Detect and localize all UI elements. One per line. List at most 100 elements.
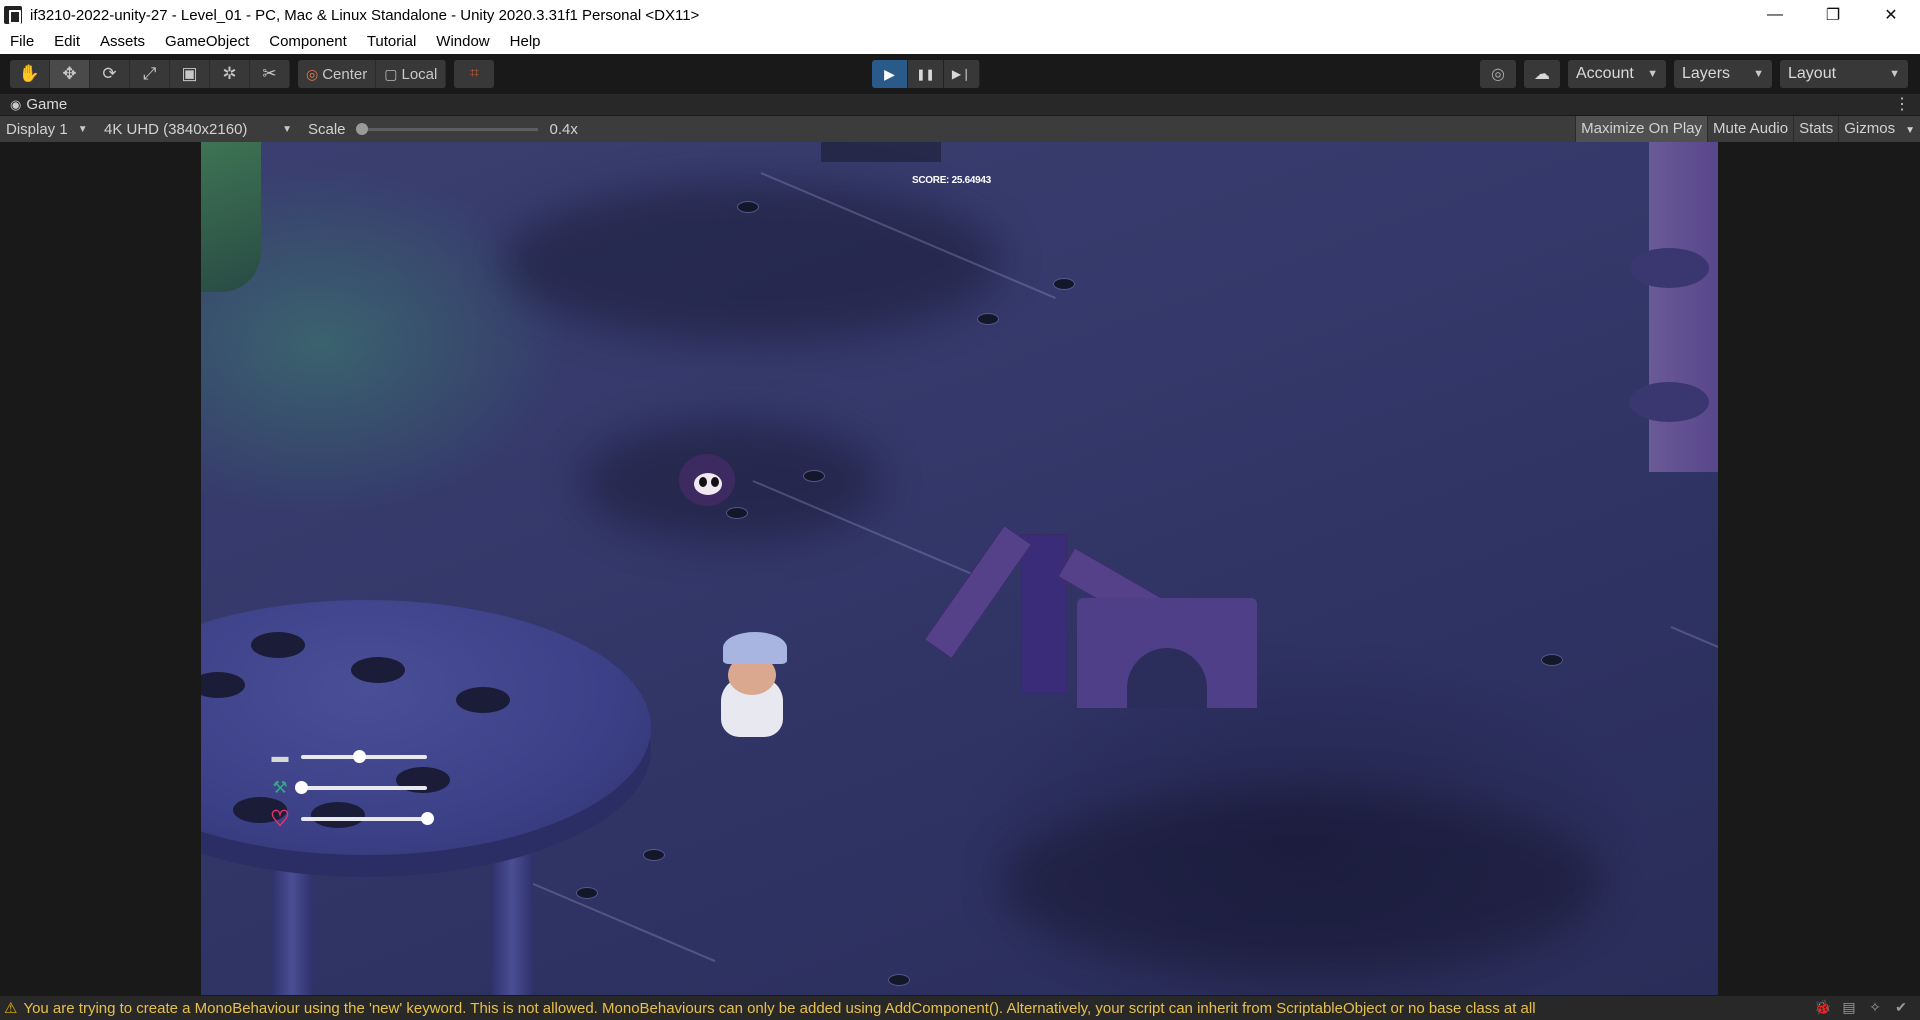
gun-icon: ▬ (271, 747, 289, 766)
layers-label: Layers (1682, 65, 1731, 82)
resolution-dropdown[interactable]: 4K UHD (3840x2160) ▼ (98, 116, 298, 142)
console-message[interactable]: You are trying to create a MonoBehaviour… (23, 1000, 1535, 1017)
floor-seam (1670, 626, 1718, 652)
hud-wrench-row: ⚒ (269, 778, 427, 798)
cloud-icon[interactable]: ☁ (1524, 60, 1560, 88)
transform-tool-icon[interactable]: ✲ (210, 60, 250, 88)
scale-value: 0.4x (549, 120, 578, 138)
pause-button[interactable]: ❚❚ (908, 60, 944, 88)
tab-menu-icon[interactable]: ⋮ (1894, 94, 1910, 116)
weapon-slider[interactable] (301, 750, 427, 763)
local-space-icon: ▢ (384, 65, 398, 82)
upgrade-slider[interactable] (295, 781, 427, 794)
check-icon[interactable]: ✔ (1888, 999, 1914, 1016)
game-view-icon: ◉ (10, 96, 22, 112)
shelf-prop (821, 142, 941, 162)
menu-gameobject[interactable]: GameObject (155, 30, 259, 54)
floor-nail (737, 201, 759, 213)
stool-hole (351, 657, 405, 683)
transform-tools: ✋ ✥ ⟳ ⤢ ▣ ✲ ✂ (10, 60, 290, 88)
game-toolbar: Display 1 ▼ 4K UHD (3840x2160) ▼ Scale 0… (0, 116, 1920, 142)
tab-game-label: Game (26, 96, 68, 113)
gizmos-toggle[interactable]: Gizmos ▼ (1838, 116, 1920, 142)
resolution-label: 4K UHD (3840x2160) (104, 120, 248, 138)
hand-tool-icon[interactable]: ✋ (10, 60, 50, 88)
rect-tool-icon[interactable]: ▣ (170, 60, 210, 88)
cabinet-prop (1649, 142, 1718, 472)
pivot-controls: ◎ Center ▢ Local (298, 60, 447, 88)
chevron-down-icon: ▼ (282, 123, 292, 135)
floor-nail (1053, 278, 1075, 290)
progress-icon[interactable]: ▤ (1836, 999, 1862, 1016)
pivot-label: Center (322, 65, 368, 83)
health-slider-thumb[interactable] (421, 812, 434, 825)
menu-component[interactable]: Component (259, 30, 357, 54)
collab-icon[interactable]: ◎ (1480, 60, 1516, 88)
menu-file[interactable]: File (0, 30, 44, 54)
menu-help[interactable]: Help (500, 30, 551, 54)
floor-nail (643, 849, 665, 861)
menu-edit[interactable]: Edit (44, 30, 90, 54)
weapon-slider-thumb[interactable] (352, 750, 366, 763)
menu-tutorial[interactable]: Tutorial (357, 30, 426, 54)
shadow (1001, 792, 1601, 972)
display-dropdown[interactable]: Display 1 ▼ (0, 116, 98, 142)
toy-block (1021, 534, 1067, 694)
main-toolbar: ✋ ✥ ⟳ ⤢ ▣ ✲ ✂ ◎ Center ▢ Local ⌗ ▶ ❚❚ ▶❘ ◎… (0, 54, 1920, 94)
custom-tool-icon[interactable]: ✂ (250, 60, 290, 88)
status-icons: 🐞 ▤ ✧ ✔ (1810, 999, 1914, 1016)
bomb-enemy-eye (711, 477, 719, 487)
scale-slider-thumb[interactable] (355, 122, 368, 135)
stats-toggle[interactable]: Stats (1793, 116, 1838, 142)
tab-bar: ◉ Game ⋮ (0, 94, 1920, 116)
player-character-hat (723, 632, 787, 664)
floor-seam (530, 882, 716, 963)
bomb-enemy-eye (699, 477, 707, 487)
minimize-button[interactable]: — (1746, 0, 1804, 30)
scale-tool-icon[interactable]: ⤢ (130, 60, 170, 88)
scale-slider[interactable] (355, 122, 538, 135)
menu-window[interactable]: Window (426, 30, 499, 54)
lighting-icon[interactable]: ✧ (1862, 999, 1888, 1016)
window-title: if3210-2022-unity-27 - Level_01 - PC, Ma… (30, 6, 700, 24)
hud-health-row: ♡ (269, 806, 434, 831)
stool-hole (456, 687, 510, 713)
mute-audio-toggle[interactable]: Mute Audio (1707, 116, 1793, 142)
account-dropdown[interactable]: Account ▼ (1568, 60, 1666, 88)
move-tool-icon[interactable]: ✥ (50, 60, 90, 88)
game-view-toggles: Maximize On Play Mute Audio Stats Gizmos… (1575, 116, 1920, 142)
layout-dropdown[interactable]: Layout ▼ (1780, 60, 1908, 88)
score-label: SCORE: 25.64943 (912, 175, 991, 186)
grid-snap-icon[interactable]: ⌗ (454, 60, 495, 88)
menu-assets[interactable]: Assets (90, 30, 155, 54)
pivot-icon: ◎ (306, 65, 319, 82)
step-button[interactable]: ▶❘ (944, 60, 980, 88)
toy-block (923, 524, 1033, 660)
floor-nail (576, 887, 598, 899)
console-status-bar[interactable]: ⚠ You are trying to create a MonoBehavio… (0, 995, 1920, 1020)
pivot-local-button[interactable]: ▢ Local (376, 60, 447, 88)
rotate-tool-icon[interactable]: ⟳ (90, 60, 130, 88)
floor-nail (803, 470, 825, 482)
chevron-down-icon: ▼ (1753, 68, 1764, 80)
menu-bar: File Edit Assets GameObject Component Tu… (0, 30, 1920, 54)
restore-button[interactable]: ❐ (1804, 0, 1862, 30)
game-viewport[interactable]: SCORE: 25.64943 ▬ ⚒ ♡ (201, 142, 1718, 995)
play-button[interactable]: ▶ (872, 60, 908, 88)
close-button[interactable]: ✕ (1862, 0, 1920, 30)
cabinet-knob (1629, 382, 1709, 422)
chevron-down-icon: ▼ (1905, 125, 1915, 136)
layout-label: Layout (1788, 65, 1837, 82)
debug-icon[interactable]: 🐞 (1810, 999, 1836, 1016)
account-label: Account (1576, 65, 1634, 82)
chevron-down-icon: ▼ (1647, 68, 1658, 80)
maximize-on-play-toggle[interactable]: Maximize On Play (1575, 116, 1707, 142)
upgrade-slider-thumb[interactable] (295, 781, 308, 794)
health-slider[interactable] (301, 812, 434, 825)
floor-nail (977, 313, 999, 325)
pivot-center-button[interactable]: ◎ Center (298, 60, 377, 88)
tab-game[interactable]: ◉ Game (0, 96, 67, 113)
layers-dropdown[interactable]: Layers ▼ (1674, 60, 1772, 88)
chevron-down-icon: ▼ (77, 123, 88, 135)
unity-logo-icon (4, 6, 22, 24)
